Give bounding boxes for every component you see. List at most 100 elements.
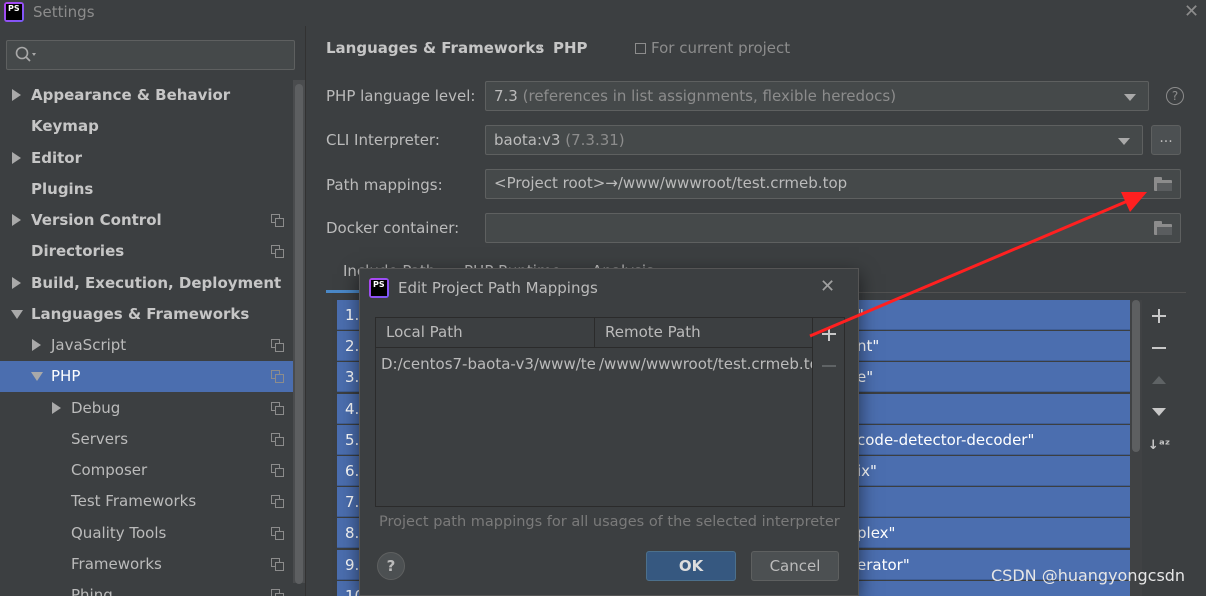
sidebar-item-version-control[interactable]: Version Control [0,205,293,236]
sidebar-item-label: Directories [31,242,125,261]
include-path-scrollbar[interactable] [1130,300,1142,596]
sidebar-item-php[interactable]: PHP [0,361,305,393]
sidebar-item-label: Phing [71,586,113,596]
path-index: 6. [345,462,360,480]
move-up-arrow-icon[interactable] [1145,366,1173,394]
phpstorm-logo-icon: PS [4,2,24,22]
project-settings-icon [271,245,285,259]
dialog-close-icon[interactable]: ✕ [820,276,835,297]
breadcrumb-current: PHP [553,39,588,57]
breadcrumb-parent[interactable]: Languages & Frameworks [326,39,544,57]
cli-interpreter-select[interactable]: baota:v3 (7.3.31) [485,125,1143,155]
sidebar-item-phing[interactable]: Phing [0,580,293,596]
column-remote-path[interactable]: Remote Path [605,323,701,341]
folder-icon[interactable] [1154,177,1172,191]
sidebar-item-servers[interactable]: Servers [0,424,293,455]
sidebar-item-label: Debug [71,398,121,417]
dialog-help-button[interactable]: ? [377,552,405,580]
sidebar-item-keymap[interactable]: Keymap [0,111,293,142]
dialog-note: Project path mappings for all usages of … [379,514,840,530]
sort-az-icon[interactable]: ↓ᵃᶻ [1145,432,1173,460]
expand-right-icon[interactable] [12,151,21,164]
sidebar-item-label: Frameworks [71,554,162,573]
expand-right-icon[interactable] [52,401,61,414]
expand-down-icon[interactable] [11,309,23,319]
table-row[interactable]: D:/centos7-baota-v3/www/test.crmeb.top /… [376,349,812,379]
path-index: 7. [345,493,360,512]
sidebar-item-plugins[interactable]: Plugins [0,174,293,205]
cli-interpreter-label: CLI Interpreter: [326,131,440,149]
project-settings-icon [271,432,285,447]
window-close-icon[interactable]: ✕ [1184,1,1199,22]
project-settings-icon [271,557,285,572]
project-settings-icon [271,495,285,509]
sidebar-item-label: Servers [71,429,129,448]
cancel-button[interactable]: Cancel [751,551,839,581]
panel-splitter[interactable] [305,26,306,596]
dialog-title: Edit Project Path Mappings [398,279,598,297]
language-level-label: PHP language level: [326,87,476,105]
project-settings-icon [271,401,285,416]
settings-tree: Appearance & Behavior Keymap Editor Plugins… [0,80,305,596]
local-path-cell[interactable]: D:/centos7-baota-v3/www/test.crmeb.top [381,355,595,373]
expand-right-icon[interactable] [12,89,21,101]
chevron-down-icon [1124,94,1136,101]
docker-container-label: Docker container: [326,219,460,237]
language-level-select[interactable]: 7.3 (references in list assignments, fle… [485,81,1149,111]
project-settings-icon [271,526,285,541]
sidebar-item-editor[interactable]: Editor [0,143,293,174]
docker-container-field [485,213,1181,243]
path-index: 3. [345,368,360,387]
edit-path-mappings-dialog: PS Edit Project Path Mappings ✕ Local Pa… [359,268,859,596]
remove-path-minus-icon[interactable] [1145,334,1173,362]
path-index: 5. [345,430,360,449]
search-input[interactable] [43,45,283,65]
move-down-arrow-icon[interactable] [1145,398,1173,426]
sidebar-item-directories[interactable]: Directories [0,236,293,267]
sidebar-item-build-execution-deployment[interactable]: Build, Execution, Deployment [0,268,293,299]
path-index: 8. [345,524,360,543]
path-index: 9. [345,555,360,574]
folder-icon[interactable] [1154,221,1172,235]
table-header: Local Path Remote Path [376,318,812,348]
sidebar-item-quality-tools[interactable]: Quality Tools [0,518,293,549]
sidebar-item-javascript[interactable]: JavaScript [0,330,293,361]
project-settings-icon [271,214,285,228]
sidebar-scrollbar[interactable] [293,80,305,584]
title-bar: PS Settings ✕ [0,0,1206,26]
path-mappings-value: <Project root>→/www/wwwroot/test.crmeb.t… [494,174,848,192]
expand-right-icon[interactable] [12,276,21,289]
expand-right-icon[interactable] [32,339,41,351]
path-text: plex" [857,524,896,543]
add-mapping-plus-icon[interactable] [817,322,841,346]
interpreter-more-button[interactable]: ... [1151,125,1181,155]
remote-path-cell[interactable]: /www/wwwroot/test.crmeb.top [599,355,812,373]
csdn-watermark: CSDN @huangyongcsdn [991,566,1186,585]
breadcrumb-separator: › [537,38,543,56]
path-text: code-detector-decoder" [857,430,1035,449]
sidebar-item-debug[interactable]: Debug [0,393,293,424]
sidebar-item-frameworks[interactable]: Frameworks [0,549,293,580]
ok-button[interactable]: OK [646,551,736,581]
expand-down-icon[interactable] [31,372,43,382]
sidebar-item-languages-frameworks[interactable]: Languages & Frameworks [0,299,293,330]
path-text: ix" [857,462,877,480]
settings-search-field[interactable] [6,40,295,70]
chevron-down-icon [1118,138,1130,145]
search-icon [15,46,36,62]
sidebar-item-label: PHP [51,367,81,386]
sidebar-item-composer[interactable]: Composer [0,455,293,486]
language-level-value: 7.3 [494,87,518,105]
expand-right-icon[interactable] [12,214,21,226]
cli-interpreter-hint: (7.3.31) [565,131,625,149]
add-path-plus-icon[interactable] [1145,302,1173,330]
column-local-path[interactable]: Local Path [386,323,463,341]
sidebar-item-test-frameworks[interactable]: Test Frameworks [0,486,293,517]
language-level-hint: (references in list assignments, flexibl… [522,87,897,105]
sidebar-item-appearance-behavior[interactable]: Appearance & Behavior [0,80,293,111]
sidebar-item-label: Quality Tools [71,523,167,542]
sidebar-item-label: Appearance & Behavior [31,86,231,104]
sidebar-item-label: Editor [31,148,82,167]
include-path-toolbar: ↓ᵃᶻ [1145,300,1175,470]
help-icon[interactable]: ? [1166,87,1184,105]
